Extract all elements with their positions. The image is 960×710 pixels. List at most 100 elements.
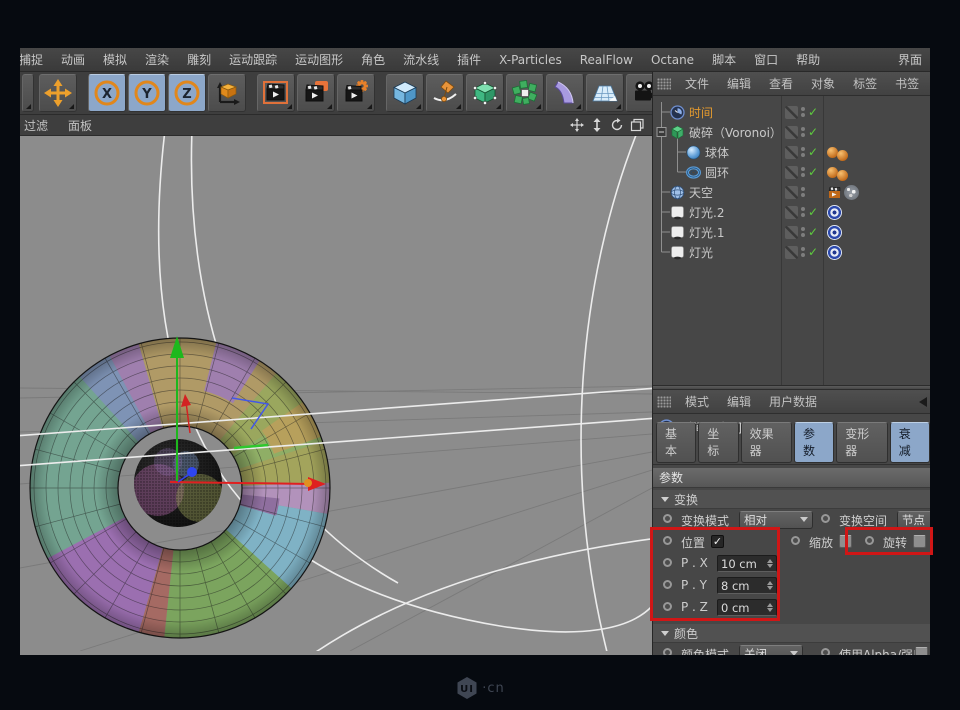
- object-row-time[interactable]: 时间 ✓: [653, 102, 930, 122]
- om-menu-objects[interactable]: 对象: [802, 75, 844, 92]
- object-row-sphere[interactable]: 球体 ✓: [653, 142, 930, 162]
- am-menu-userdata[interactable]: 用户数据: [760, 393, 826, 410]
- material-tag-icon[interactable]: [837, 170, 848, 181]
- viewport-menu-filter[interactable]: 过滤: [20, 117, 58, 134]
- menu-item[interactable]: 运动跟踪: [220, 51, 286, 68]
- transform-mode-dropdown[interactable]: 相对: [739, 511, 813, 529]
- keyframe-dot[interactable]: [663, 648, 672, 655]
- add-generator-button[interactable]: [466, 74, 504, 112]
- render-to-picture-viewer-button[interactable]: [297, 74, 335, 112]
- keyframe-dot[interactable]: [821, 648, 830, 655]
- edit-render-settings-button[interactable]: [337, 74, 375, 112]
- alpha-checkbox[interactable]: [915, 647, 928, 655]
- menu-item[interactable]: X-Particles: [490, 53, 571, 67]
- object-row-light2[interactable]: 灯光.2 ✓: [653, 202, 930, 222]
- visibility-dots[interactable]: [801, 207, 805, 217]
- panel-grip-icon[interactable]: [657, 78, 671, 90]
- tab-falloff[interactable]: 衰减: [890, 422, 930, 463]
- object-row-sky[interactable]: 天空: [653, 182, 930, 202]
- lock-y-axis-button[interactable]: Y: [128, 74, 166, 112]
- object-row-light1[interactable]: 灯光.1 ✓: [653, 222, 930, 242]
- menu-item[interactable]: 脚本: [703, 51, 745, 68]
- keyframe-dot[interactable]: [821, 514, 830, 523]
- enable-check-icon[interactable]: ✓: [808, 145, 818, 159]
- enable-check-icon[interactable]: ✓: [808, 125, 818, 139]
- layer-box[interactable]: [785, 186, 798, 199]
- visibility-dots[interactable]: [801, 127, 805, 137]
- add-primitive-button[interactable]: [386, 74, 424, 112]
- om-menu-bookmarks[interactable]: 书签: [886, 75, 928, 92]
- menu-item[interactable]: 捕捉: [20, 51, 52, 68]
- om-menu-view[interactable]: 查看: [760, 75, 802, 92]
- object-row-torus[interactable]: 圆环 ✓: [653, 162, 930, 182]
- add-mograph-button[interactable]: [506, 74, 544, 112]
- om-menu-edit[interactable]: 编辑: [718, 75, 760, 92]
- render-view-button[interactable]: [257, 74, 295, 112]
- menu-item[interactable]: Octane: [642, 53, 703, 67]
- visibility-dots[interactable]: [801, 227, 805, 237]
- om-menu-tags[interactable]: 标签: [844, 75, 886, 92]
- lock-x-axis-button[interactable]: X: [88, 74, 126, 112]
- viewport-menu-panel[interactable]: 面板: [58, 117, 102, 134]
- add-spline-button[interactable]: [426, 74, 464, 112]
- layer-box[interactable]: [785, 166, 798, 179]
- rotate-view-icon[interactable]: [610, 118, 624, 132]
- object-row-light[interactable]: 灯光 ✓: [653, 242, 930, 262]
- enable-check-icon[interactable]: ✓: [808, 205, 818, 219]
- panel-grip-icon[interactable]: [657, 396, 671, 408]
- add-camera-button[interactable]: [626, 74, 652, 112]
- menu-item[interactable]: 插件: [448, 51, 490, 68]
- visibility-dots[interactable]: [801, 107, 805, 117]
- zoom-view-icon[interactable]: [590, 118, 604, 132]
- transform-space-dropdown[interactable]: 节点: [897, 511, 930, 529]
- keyframe-dot[interactable]: [663, 514, 672, 523]
- menu-item[interactable]: RealFlow: [571, 53, 642, 67]
- enable-check-icon[interactable]: ✓: [808, 245, 818, 259]
- menu-item[interactable]: 雕刻: [178, 51, 220, 68]
- tab-effector[interactable]: 效果器: [741, 422, 792, 463]
- om-menu-file[interactable]: 文件: [676, 75, 718, 92]
- menu-item[interactable]: 运动图形: [286, 51, 352, 68]
- add-environment-button[interactable]: [586, 74, 624, 112]
- menu-item[interactable]: 角色: [352, 51, 394, 68]
- add-deformer-button[interactable]: [546, 74, 584, 112]
- visibility-dots[interactable]: [801, 187, 805, 197]
- enable-check-icon[interactable]: ✓: [808, 165, 818, 179]
- maximize-view-icon[interactable]: [630, 118, 644, 132]
- am-menu-mode[interactable]: 模式: [676, 393, 718, 410]
- menu-item[interactable]: 模拟: [94, 51, 136, 68]
- tab-parameter[interactable]: 参数: [794, 422, 834, 463]
- visibility-dots[interactable]: [801, 147, 805, 157]
- menu-item[interactable]: 流水线: [394, 51, 448, 68]
- layer-box[interactable]: [785, 126, 798, 139]
- layer-box[interactable]: [785, 226, 798, 239]
- object-row-voronoi[interactable]: 破碎（Voronoi） ✓: [653, 122, 930, 142]
- menu-item[interactable]: 渲染: [136, 51, 178, 68]
- layer-box[interactable]: [785, 106, 798, 119]
- layer-box[interactable]: [785, 206, 798, 219]
- compositing-tag-icon[interactable]: [827, 185, 842, 200]
- clipped-tool-button[interactable]: [22, 74, 34, 112]
- tab-basic[interactable]: 基本: [656, 422, 696, 463]
- tab-coordinates[interactable]: 坐标: [698, 422, 738, 463]
- material-tag-icon[interactable]: [837, 150, 848, 161]
- viewport-canvas[interactable]: [20, 136, 652, 655]
- visibility-dots[interactable]: [801, 247, 805, 257]
- enable-check-icon[interactable]: ✓: [808, 105, 818, 119]
- color-mode-dropdown[interactable]: 关闭: [739, 645, 803, 656]
- layer-box[interactable]: [785, 246, 798, 259]
- visibility-dots[interactable]: [801, 167, 805, 177]
- lock-z-axis-button[interactable]: Z: [168, 74, 206, 112]
- am-menu-edit[interactable]: 编辑: [718, 393, 760, 410]
- keyframe-dot[interactable]: [791, 536, 800, 545]
- menu-item[interactable]: 动画: [52, 51, 94, 68]
- gizmo-origin-handle[interactable]: [187, 467, 197, 477]
- sky-texture-tag-icon[interactable]: [844, 185, 859, 200]
- layer-box[interactable]: [785, 146, 798, 159]
- group-header-transform[interactable]: 变换: [653, 490, 930, 509]
- menu-item[interactable]: 窗口: [745, 51, 787, 68]
- move-tool-button[interactable]: [39, 74, 77, 112]
- pan-view-icon[interactable]: [570, 118, 584, 132]
- menu-item[interactable]: 帮助: [787, 51, 829, 68]
- target-tag-icon[interactable]: [827, 205, 842, 220]
